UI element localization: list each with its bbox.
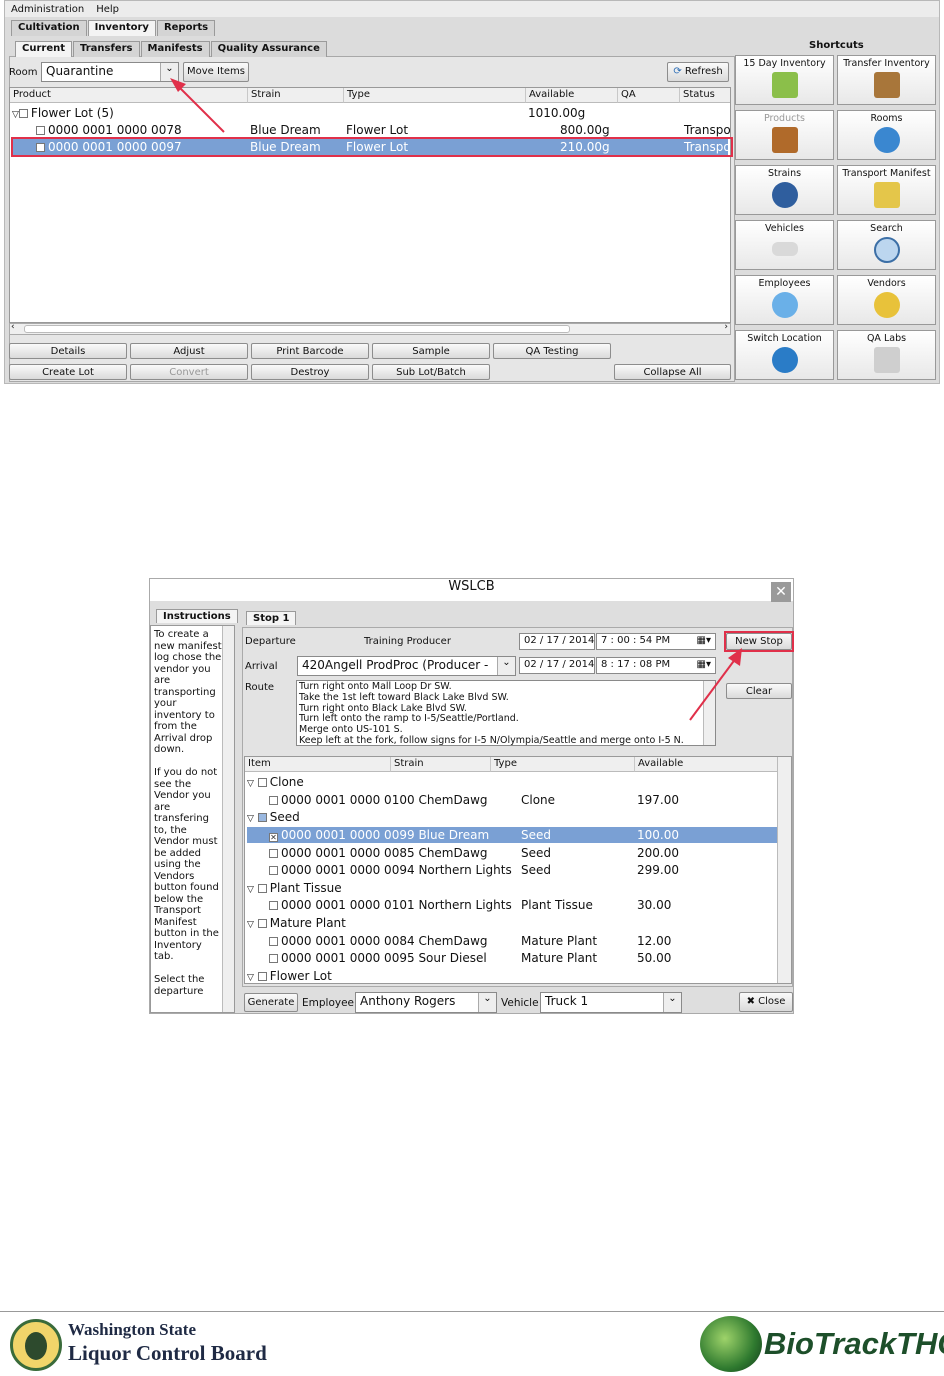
group-plant-tissue[interactable]: ▽ Plant Tissue (247, 881, 342, 895)
checkbox[interactable] (269, 954, 278, 963)
column-item[interactable]: Item (245, 757, 391, 772)
expand-triangle-icon[interactable]: ▽ (247, 973, 254, 983)
item-type: Mature Plant (521, 934, 598, 948)
column-strain[interactable]: Strain (391, 757, 491, 772)
annotation-overlay-1 (170, 78, 225, 133)
checkbox[interactable] (257, 972, 267, 981)
logo-line-2: Liquor Control Board (68, 1341, 267, 1365)
checkbox[interactable] (257, 778, 267, 787)
expand-triangle-icon[interactable]: ▽ (247, 779, 254, 789)
item-available: 30.00 (637, 898, 672, 912)
checkbox[interactable] (257, 919, 267, 928)
employee-select-value: Anthony Rogers (360, 994, 456, 1008)
annotation-overlay-2 (689, 648, 742, 721)
item-id: 0000 0001 0000 0099 (281, 828, 415, 842)
checkbox[interactable] (269, 866, 278, 875)
group-label: Mature Plant (269, 916, 346, 930)
state-seal-icon (10, 1319, 62, 1371)
item-id: 0000 0001 0000 0101 (281, 898, 415, 912)
footer-divider (0, 1311, 944, 1312)
biotrack-leaf-icon (700, 1316, 762, 1372)
expand-triangle-icon[interactable]: ▽ (247, 814, 254, 824)
item-available: 299.00 (637, 863, 679, 877)
item-strain: ChemDawg (418, 846, 488, 860)
list-item[interactable]: 0000 0001 0000 0084 ChemDawg (269, 934, 488, 948)
item-strain: Blue Dream (418, 828, 490, 842)
item-available: 197.00 (637, 793, 679, 807)
group-clone[interactable]: ▽ Clone (247, 775, 304, 789)
checkbox[interactable] (257, 884, 267, 893)
group-label: Seed (269, 810, 300, 824)
group-flower-lot[interactable]: ▽ Flower Lot (247, 969, 332, 983)
arrow-head-icon (728, 648, 742, 666)
close-label: Close (758, 996, 786, 1007)
item-id: 0000 0001 0000 0085 (281, 846, 415, 860)
manifest-items-tree: Item Strain Type Available ▽ Clone 0000 … (244, 756, 792, 984)
employee-label: Employee (302, 997, 355, 1009)
item-type: Clone (521, 793, 556, 807)
column-available[interactable]: Available (635, 757, 779, 772)
list-item[interactable]: 0000 0001 0000 0095 Sour Diesel (269, 951, 487, 965)
list-item[interactable]: 0000 0001 0000 0094 Northern Lights (269, 863, 512, 877)
chevron-down-icon[interactable]: ⌄ (478, 993, 496, 1012)
expand-triangle-icon[interactable]: ▽ (247, 885, 254, 895)
checkbox[interactable] (269, 849, 278, 858)
item-id: 0000 0001 0000 0100 (281, 793, 415, 807)
chevron-down-icon[interactable]: ⌄ (663, 993, 681, 1012)
annotation-arrow (689, 657, 737, 721)
item-id: 0000 0001 0000 0094 (281, 863, 415, 877)
vehicle-select-value: Truck 1 (545, 994, 589, 1008)
item-type: Seed (521, 863, 551, 877)
item-available: 100.00 (637, 828, 679, 842)
wslcb-logo-text: Washington State Liquor Control Board (68, 1320, 267, 1366)
checkbox[interactable] (269, 901, 278, 910)
group-seed[interactable]: ▽ Seed (247, 810, 300, 824)
portrait-icon (25, 1332, 47, 1360)
vehicle-select[interactable]: Truck 1 ⌄ (540, 992, 682, 1013)
item-type: Seed (521, 828, 551, 842)
list-item[interactable]: 0000 0001 0000 0101 Northern Lights (269, 898, 512, 912)
generate-button[interactable]: Generate (244, 993, 298, 1012)
group-mature-plant[interactable]: ▽ Mature Plant (247, 916, 346, 930)
arrow-head-icon (170, 78, 186, 92)
item-strain: Northern Lights (418, 898, 512, 912)
group-label: Flower Lot (269, 969, 332, 983)
checkbox[interactable] (269, 796, 278, 805)
list-item-selected[interactable]: ✕ 0000 0001 0000 0099 Blue Dream (269, 828, 489, 842)
item-type: Seed (521, 846, 551, 860)
list-item[interactable]: 0000 0001 0000 0100 ChemDawg (269, 793, 488, 807)
biotrack-logo-text: BioTrackTHC (764, 1326, 944, 1361)
items-scrollbar[interactable] (777, 757, 791, 983)
item-id: 0000 0001 0000 0095 (281, 951, 415, 965)
item-type: Plant Tissue (521, 898, 593, 912)
logo-line-1: Washington State (68, 1320, 196, 1339)
item-strain: ChemDawg (418, 934, 488, 948)
group-label: Clone (269, 775, 304, 789)
item-id: 0000 0001 0000 0084 (281, 934, 415, 948)
close-button[interactable]: ✖ Close (739, 992, 793, 1012)
item-strain: ChemDawg (418, 793, 488, 807)
checkbox-partial[interactable] (257, 813, 267, 822)
group-label: Plant Tissue (269, 881, 342, 895)
column-type[interactable]: Type (491, 757, 635, 772)
item-strain: Sour Diesel (418, 951, 487, 965)
item-available: 200.00 (637, 846, 679, 860)
item-strain: Northern Lights (418, 863, 512, 877)
item-available: 50.00 (637, 951, 672, 965)
vehicle-label: Vehicle (501, 997, 539, 1009)
list-item[interactable]: 0000 0001 0000 0085 ChemDawg (269, 846, 488, 860)
employee-select[interactable]: Anthony Rogers ⌄ (355, 992, 497, 1013)
close-x-icon: ✖ (746, 996, 755, 1007)
annotation-arrow (177, 85, 225, 133)
checkbox-checked[interactable]: ✕ (269, 833, 278, 842)
checkbox[interactable] (269, 937, 278, 946)
item-available: 12.00 (637, 934, 672, 948)
item-type: Mature Plant (521, 951, 598, 965)
expand-triangle-icon[interactable]: ▽ (247, 920, 254, 930)
